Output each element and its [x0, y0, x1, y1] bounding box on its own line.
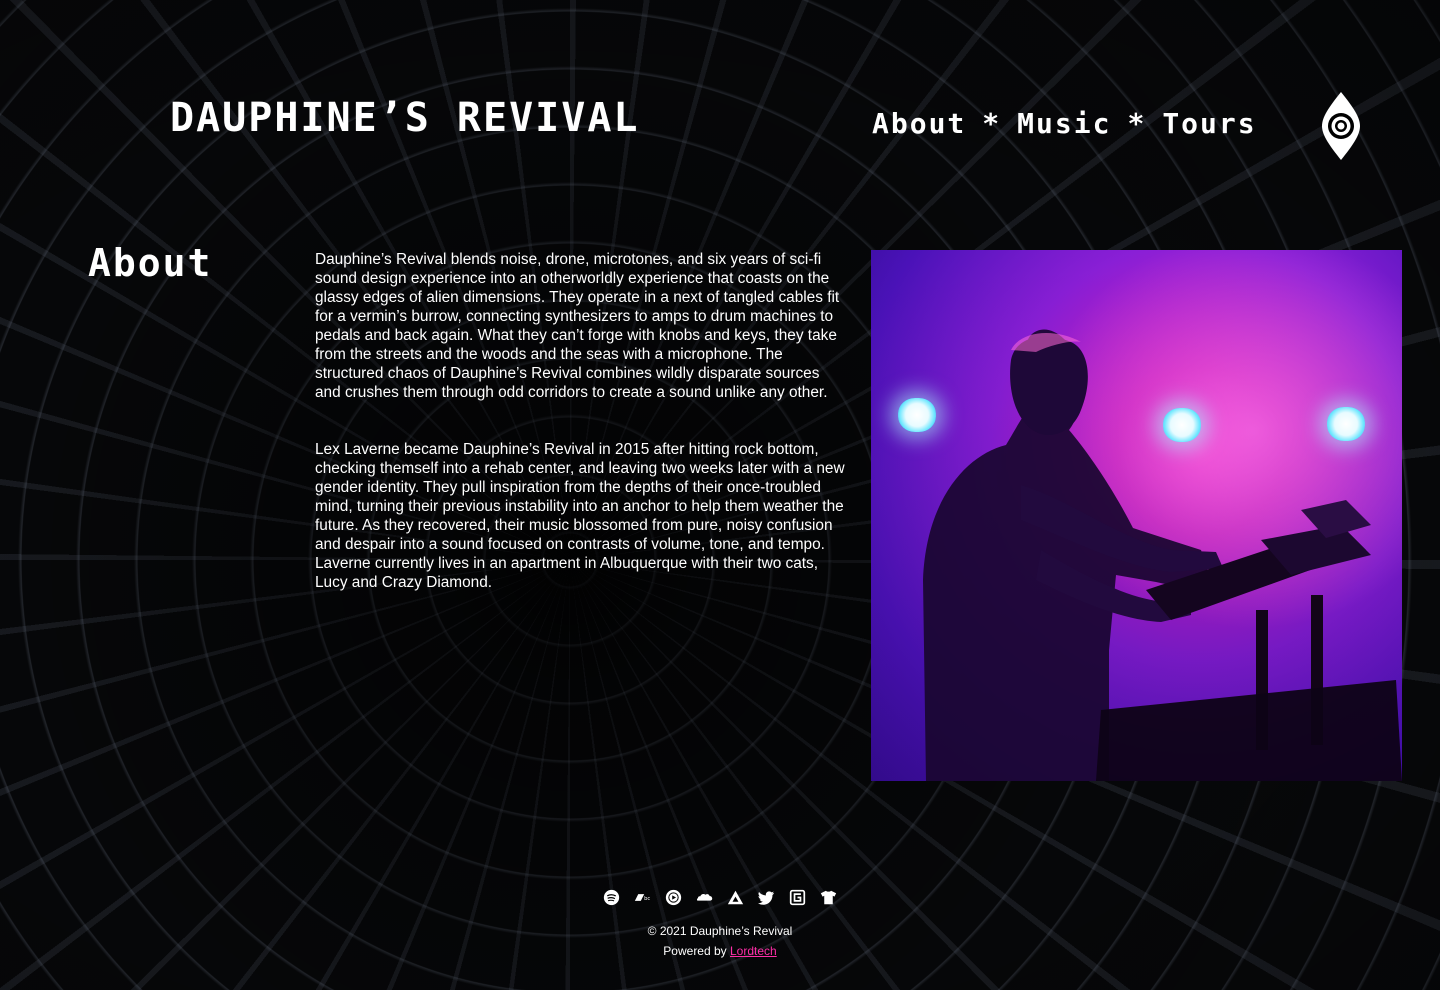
nav-about[interactable]: About [872, 106, 966, 142]
section-heading: About [88, 241, 213, 285]
main-nav: About * Music * Tours [872, 106, 1257, 142]
performer-photo [871, 250, 1402, 781]
about-content: Dauphine’s Revival blends noise, drone, … [315, 250, 845, 630]
spotify-icon[interactable] [602, 888, 621, 907]
svg-text:bc: bc [644, 896, 650, 902]
twitter-icon[interactable] [757, 888, 776, 907]
gab-icon[interactable] [788, 888, 807, 907]
powered-by-prefix: Powered by [663, 944, 730, 958]
site-footer: bc © 2021 Dauphine’s Revival Powered by … [0, 888, 1440, 959]
audius-icon[interactable] [726, 888, 745, 907]
nav-tours[interactable]: Tours [1162, 106, 1256, 142]
about-paragraph: Dauphine’s Revival blends noise, drone, … [315, 251, 840, 401]
soundcloud-icon[interactable] [695, 888, 714, 907]
social-links: bc [0, 888, 1440, 907]
youtube-music-icon[interactable] [664, 888, 683, 907]
nav-separator: * [982, 107, 1002, 140]
copyright-text: © 2021 Dauphine’s Revival [647, 924, 793, 938]
about-paragraph: Lex Laverne became Dauphine’s Revival in… [315, 441, 845, 591]
powered-by-link[interactable]: Lordtech [730, 944, 777, 958]
nav-separator: * [1127, 107, 1147, 140]
powered-by: Powered by Lordtech [0, 943, 1440, 959]
performer-silhouette [923, 329, 1402, 781]
bandcamp-icon[interactable]: bc [633, 888, 652, 907]
nav-music[interactable]: Music [1017, 106, 1111, 142]
merch-shirt-icon[interactable] [819, 888, 838, 907]
eye-logo-icon[interactable] [1321, 91, 1361, 161]
site-title[interactable]: DAUPHINE’S REVIVAL [170, 94, 639, 142]
